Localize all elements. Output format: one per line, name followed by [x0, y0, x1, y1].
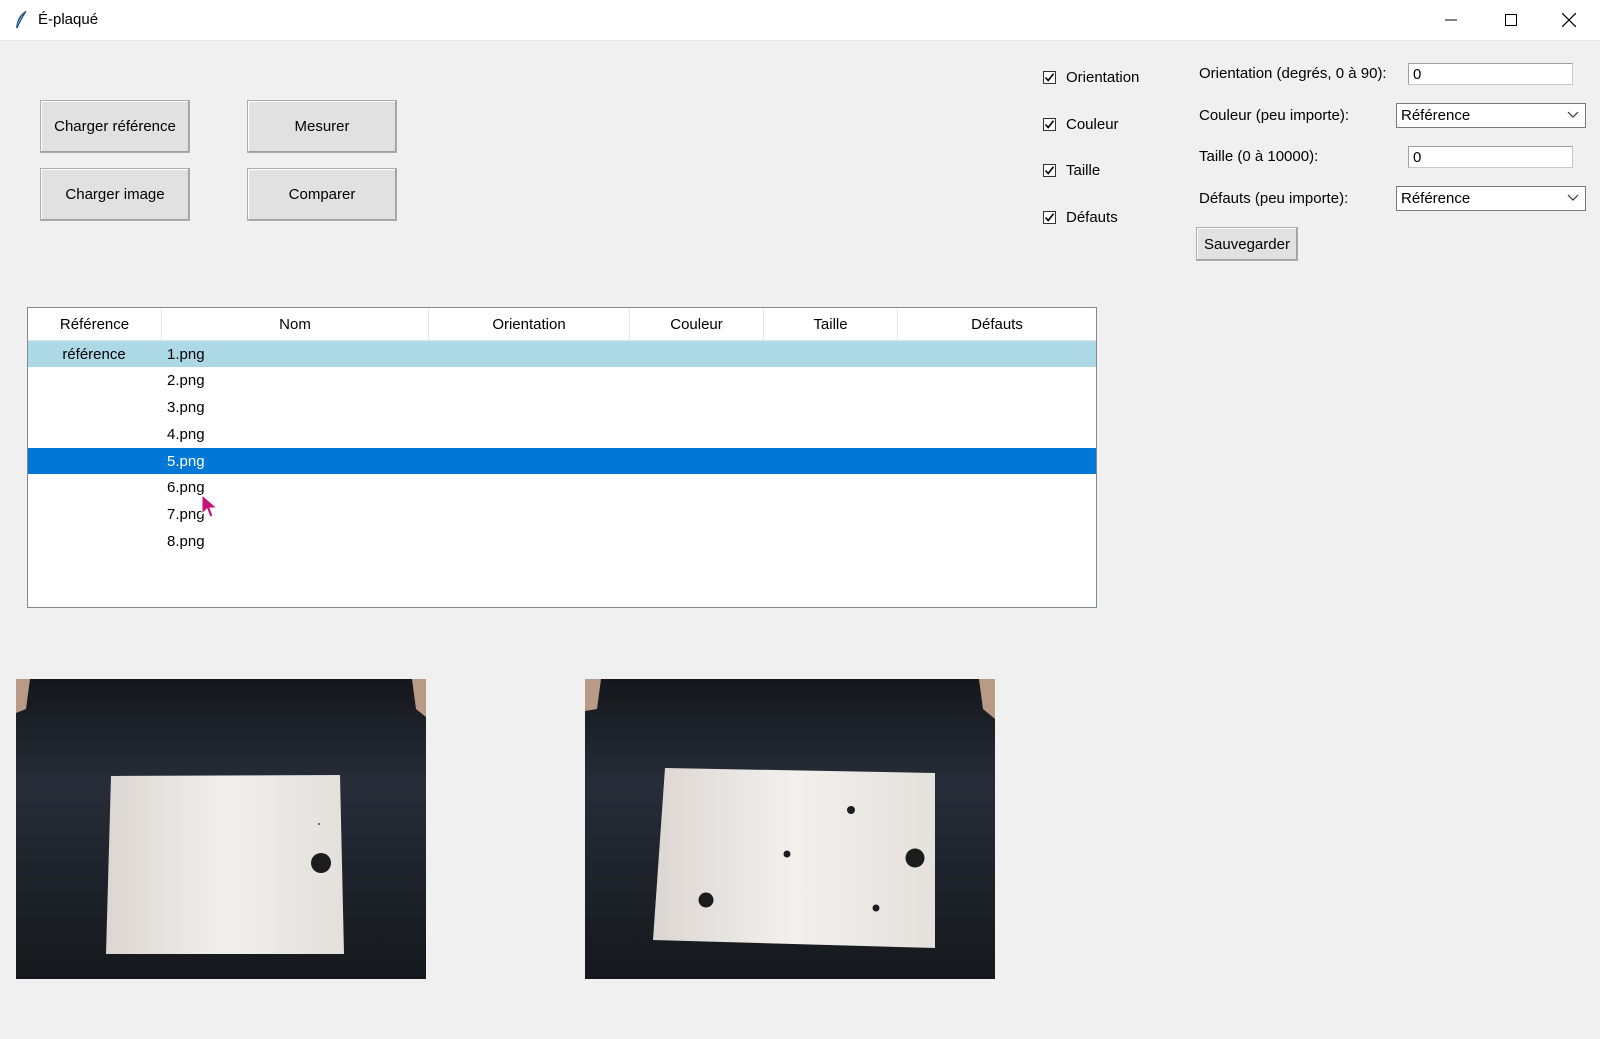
title-bar: É-plaqué [0, 0, 1600, 41]
close-icon [1562, 13, 1576, 27]
results-table[interactable]: Référence Nom Orientation Couleur Taille… [27, 307, 1097, 608]
table-header: Référence Nom Orientation Couleur Taille… [28, 308, 1096, 341]
checkbox-checked-icon[interactable] [1043, 210, 1056, 224]
cell-reference [28, 421, 160, 447]
cell-name: 6.png [167, 478, 205, 496]
column-header-reference[interactable]: Référence [28, 308, 162, 340]
checkbox-label: Taille [1066, 161, 1101, 179]
column-header-defects[interactable]: Défauts [898, 308, 1096, 340]
checkbox-label: Défauts [1066, 208, 1118, 226]
checkbox-checked-icon[interactable] [1043, 117, 1056, 131]
checkbox-defects[interactable]: Défauts [1043, 207, 1118, 227]
measure-button[interactable]: Mesurer [247, 100, 397, 153]
compare-button[interactable]: Comparer [247, 168, 397, 221]
color-label: Couleur (peu importe): [1199, 107, 1350, 124]
table-row[interactable]: 8.png [28, 528, 1096, 554]
cell-reference [28, 528, 160, 554]
reference-photo [16, 679, 426, 979]
column-header-size[interactable]: Taille [764, 308, 898, 340]
minimize-button[interactable] [1420, 0, 1482, 40]
cell-name: 5.png [167, 452, 205, 470]
cell-name: 2.png [167, 371, 205, 389]
defects-select[interactable]: Référence [1396, 186, 1586, 211]
compared-photo [585, 679, 995, 979]
cell-reference [28, 448, 160, 474]
table-row[interactable]: 3.png [28, 394, 1096, 420]
orientation-input[interactable] [1408, 63, 1573, 85]
chevron-down-icon [1567, 194, 1579, 201]
size-input[interactable] [1408, 146, 1573, 168]
cell-name: 3.png [167, 398, 205, 416]
color-select-value: Référence [1401, 107, 1471, 124]
feather-icon [14, 10, 28, 30]
cell-name: 7.png [167, 505, 205, 523]
load-reference-button[interactable]: Charger référence [40, 100, 190, 153]
table-row[interactable]: référence 1.png [28, 341, 1096, 367]
maximize-button[interactable] [1480, 0, 1542, 40]
checkbox-orientation[interactable]: Orientation [1043, 67, 1139, 87]
defects-select-value: Référence [1401, 190, 1471, 207]
cell-reference [28, 474, 160, 500]
table-row[interactable]: 4.png [28, 421, 1096, 447]
color-select[interactable]: Référence [1396, 103, 1586, 128]
column-header-color[interactable]: Couleur [630, 308, 764, 340]
table-row[interactable]: 7.png [28, 501, 1096, 527]
cell-reference [28, 394, 160, 420]
checkbox-checked-icon[interactable] [1043, 163, 1056, 177]
column-header-name[interactable]: Nom [162, 308, 429, 340]
checkbox-label: Couleur [1066, 115, 1119, 133]
column-header-orientation[interactable]: Orientation [429, 308, 630, 340]
orientation-label: Orientation (degrés, 0 à 90): [1199, 65, 1387, 82]
close-button[interactable] [1538, 0, 1600, 40]
cell-reference [28, 501, 160, 527]
table-row[interactable]: 2.png [28, 367, 1096, 393]
cell-name: 4.png [167, 425, 205, 443]
load-image-button[interactable]: Charger image [40, 168, 190, 221]
cell-reference [28, 367, 160, 393]
checkbox-color[interactable]: Couleur [1043, 114, 1119, 134]
chevron-down-icon [1567, 111, 1579, 118]
checkbox-size[interactable]: Taille [1043, 160, 1100, 180]
window-title: É-plaqué [38, 11, 99, 28]
table-row[interactable]: 6.png [28, 474, 1096, 500]
checkbox-checked-icon[interactable] [1043, 70, 1056, 84]
checkbox-label: Orientation [1066, 68, 1140, 86]
minimize-icon [1445, 19, 1457, 21]
cell-reference: référence [62, 345, 126, 363]
cell-name: 8.png [167, 532, 205, 550]
maximize-icon [1505, 14, 1517, 26]
cell-name: 1.png [167, 345, 205, 363]
table-row-selected[interactable]: 5.png [28, 448, 1096, 474]
mouse-cursor-icon [201, 493, 219, 524]
size-label: Taille (0 à 10000): [1199, 148, 1319, 165]
save-button[interactable]: Sauvegarder [1196, 227, 1298, 261]
defects-label: Défauts (peu importe): [1199, 190, 1349, 207]
